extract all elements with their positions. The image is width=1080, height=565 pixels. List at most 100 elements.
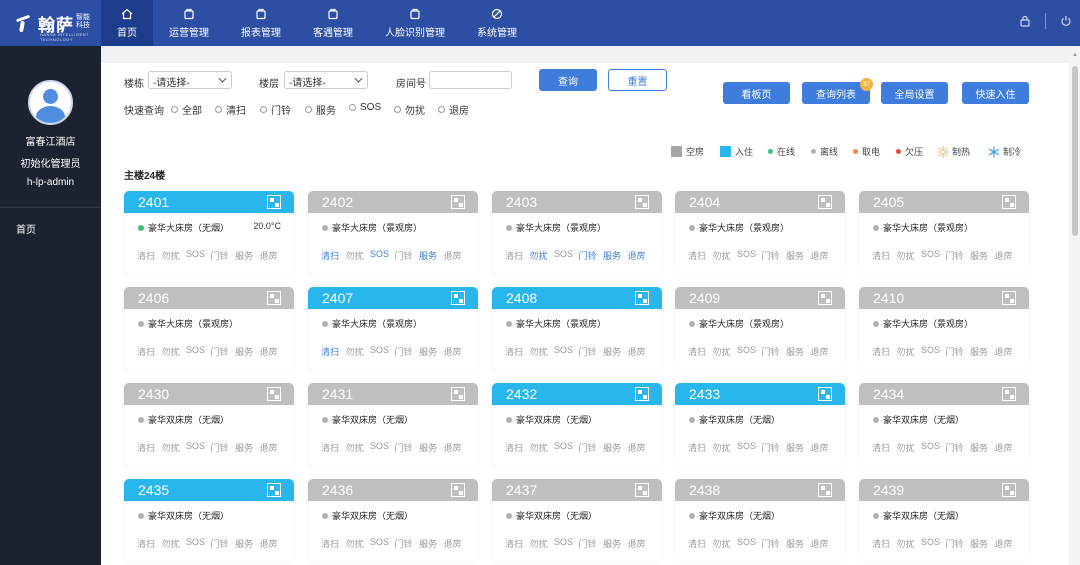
room-op-button[interactable]: 勿扰 — [713, 441, 738, 454]
nav-item-home[interactable]: 首页 — [101, 0, 153, 46]
room-op-button[interactable]: 勿扰 — [162, 249, 187, 262]
room-op-button[interactable]: 门铃 — [579, 537, 604, 550]
search-button[interactable]: 查询 — [539, 69, 597, 91]
room-op-button[interactable]: 门铃 — [211, 345, 236, 358]
room-card[interactable]: 2430 豪华双床房（无烟） 清扫 勿扰 SOS 门铃 服务 退房 — [124, 383, 294, 466]
scrollbar-thumb[interactable] — [1072, 66, 1078, 236]
room-op-button[interactable]: SOS — [921, 441, 946, 454]
room-op-button[interactable]: SOS — [554, 537, 579, 550]
room-op-button[interactable]: 服务 — [419, 345, 444, 358]
room-op-button[interactable]: SOS — [737, 249, 762, 262]
room-op-button[interactable]: 勿扰 — [530, 441, 555, 454]
room-op-button[interactable]: 门铃 — [395, 345, 420, 358]
room-op-button[interactable]: SOS — [554, 441, 579, 454]
building-select[interactable]: -请选择- — [148, 71, 232, 89]
room-op-button[interactable]: 勿扰 — [346, 441, 371, 454]
room-op-button[interactable]: 门铃 — [762, 441, 787, 454]
room-op-button[interactable]: 清扫 — [688, 537, 713, 550]
room-op-button[interactable]: 服务 — [603, 537, 628, 550]
room-op-button[interactable]: SOS — [370, 345, 395, 358]
quick-option[interactable]: 服务 — [305, 102, 336, 117]
room-op-button[interactable]: SOS — [186, 249, 211, 262]
room-op-button[interactable]: 清扫 — [505, 441, 530, 454]
room-op-button[interactable]: 清扫 — [321, 249, 346, 262]
global-settings-button[interactable]: 全局设置 — [881, 82, 948, 104]
room-op-button[interactable]: SOS — [370, 249, 395, 262]
qr-code-icon[interactable] — [267, 387, 281, 401]
quick-option[interactable]: 勿扰 — [394, 102, 425, 117]
room-op-button[interactable]: 退房 — [995, 345, 1020, 358]
room-op-button[interactable]: 清扫 — [137, 537, 162, 550]
room-op-button[interactable]: 服务 — [419, 441, 444, 454]
quick-checkin-button[interactable]: 快速入住 — [962, 82, 1029, 104]
room-op-button[interactable]: 勿扰 — [713, 345, 738, 358]
room-op-button[interactable]: 退房 — [260, 441, 285, 454]
room-op-button[interactable]: 门铃 — [762, 537, 787, 550]
sidebar-item-home[interactable]: 首页 — [16, 221, 36, 236]
room-op-button[interactable]: 退房 — [260, 249, 285, 262]
room-op-button[interactable]: 门铃 — [579, 441, 604, 454]
room-op-button[interactable]: 门铃 — [579, 249, 604, 262]
qr-code-icon[interactable] — [635, 483, 649, 497]
room-card[interactable]: 2409 豪华大床房（景观房） 清扫 勿扰 SOS 门铃 服务 退房 — [675, 287, 845, 370]
qr-code-icon[interactable] — [635, 291, 649, 305]
room-op-button[interactable]: 服务 — [970, 441, 995, 454]
query-list-button[interactable]: 查询列表 37 — [802, 78, 873, 104]
qr-code-icon[interactable] — [1002, 387, 1016, 401]
room-op-button[interactable]: 退房 — [444, 249, 469, 262]
room-op-button[interactable]: 勿扰 — [713, 537, 738, 550]
room-op-button[interactable]: 退房 — [995, 249, 1020, 262]
room-op-button[interactable]: 清扫 — [505, 345, 530, 358]
quick-option[interactable]: 门铃 — [260, 102, 291, 117]
room-op-button[interactable]: 清扫 — [137, 345, 162, 358]
room-card[interactable]: 2439 豪华双床房（无烟） 清扫 勿扰 SOS 门铃 服务 退房 — [859, 479, 1029, 562]
room-op-button[interactable]: 勿扰 — [530, 537, 555, 550]
room-op-button[interactable]: 服务 — [786, 537, 811, 550]
room-op-button[interactable]: 门铃 — [395, 249, 420, 262]
room-op-button[interactable]: 服务 — [603, 249, 628, 262]
qr-code-icon[interactable] — [451, 387, 465, 401]
quick-option[interactable]: SOS — [349, 102, 381, 113]
power-icon[interactable] — [1060, 15, 1072, 27]
room-op-button[interactable]: 勿扰 — [530, 249, 555, 262]
room-op-button[interactable]: 勿扰 — [162, 537, 187, 550]
room-op-button[interactable]: 勿扰 — [897, 441, 922, 454]
room-card[interactable]: 2432 豪华双床房（无烟） 清扫 勿扰 SOS 门铃 服务 退房 — [492, 383, 662, 466]
room-op-button[interactable]: 勿扰 — [346, 249, 371, 262]
room-op-button[interactable]: 勿扰 — [713, 249, 738, 262]
room-op-button[interactable]: 门铃 — [762, 345, 787, 358]
scroll-up-icon[interactable]: ▲ — [1072, 52, 1078, 58]
room-card[interactable]: 2410 豪华大床房（景观房） 清扫 勿扰 SOS 门铃 服务 退房 — [859, 287, 1029, 370]
nav-item-settings[interactable]: 系统管理 — [461, 0, 533, 46]
reset-button[interactable]: 重置 — [608, 69, 667, 91]
room-op-button[interactable]: 服务 — [970, 249, 995, 262]
room-op-button[interactable]: SOS — [554, 249, 579, 262]
room-op-button[interactable]: 服务 — [603, 345, 628, 358]
room-op-button[interactable]: 退房 — [995, 441, 1020, 454]
room-op-button[interactable]: 退房 — [444, 537, 469, 550]
room-op-button[interactable]: 清扫 — [321, 441, 346, 454]
quick-option[interactable]: 清扫 — [215, 102, 246, 117]
room-op-button[interactable]: 服务 — [786, 345, 811, 358]
room-op-button[interactable]: SOS — [921, 537, 946, 550]
lock-icon[interactable] — [1019, 15, 1031, 27]
room-op-button[interactable]: SOS — [737, 345, 762, 358]
qr-code-icon[interactable] — [451, 483, 465, 497]
room-card[interactable]: 2402 豪华大床房（景观房） 清扫 勿扰 SOS 门铃 服务 退房 — [308, 191, 478, 274]
room-op-button[interactable]: 退房 — [260, 537, 285, 550]
room-card[interactable]: 2408 豪华大床房（景观房） 清扫 勿扰 SOS 门铃 服务 退房 — [492, 287, 662, 370]
qr-code-icon[interactable] — [451, 291, 465, 305]
room-op-button[interactable]: 退房 — [811, 537, 836, 550]
room-op-button[interactable]: SOS — [186, 345, 211, 358]
room-card[interactable]: 2437 豪华双床房（无烟） 清扫 勿扰 SOS 门铃 服务 退房 — [492, 479, 662, 562]
room-op-button[interactable]: 门铃 — [946, 537, 971, 550]
room-op-button[interactable]: 勿扰 — [162, 441, 187, 454]
floor-select[interactable]: -请选择- — [284, 71, 368, 89]
qr-code-icon[interactable] — [635, 195, 649, 209]
room-op-button[interactable]: 清扫 — [688, 345, 713, 358]
room-number-input[interactable] — [429, 71, 512, 89]
room-op-button[interactable]: 服务 — [235, 441, 260, 454]
room-op-button[interactable]: 门铃 — [946, 249, 971, 262]
nav-item-report[interactable]: 报表管理 — [225, 0, 297, 46]
room-op-button[interactable]: 勿扰 — [346, 537, 371, 550]
